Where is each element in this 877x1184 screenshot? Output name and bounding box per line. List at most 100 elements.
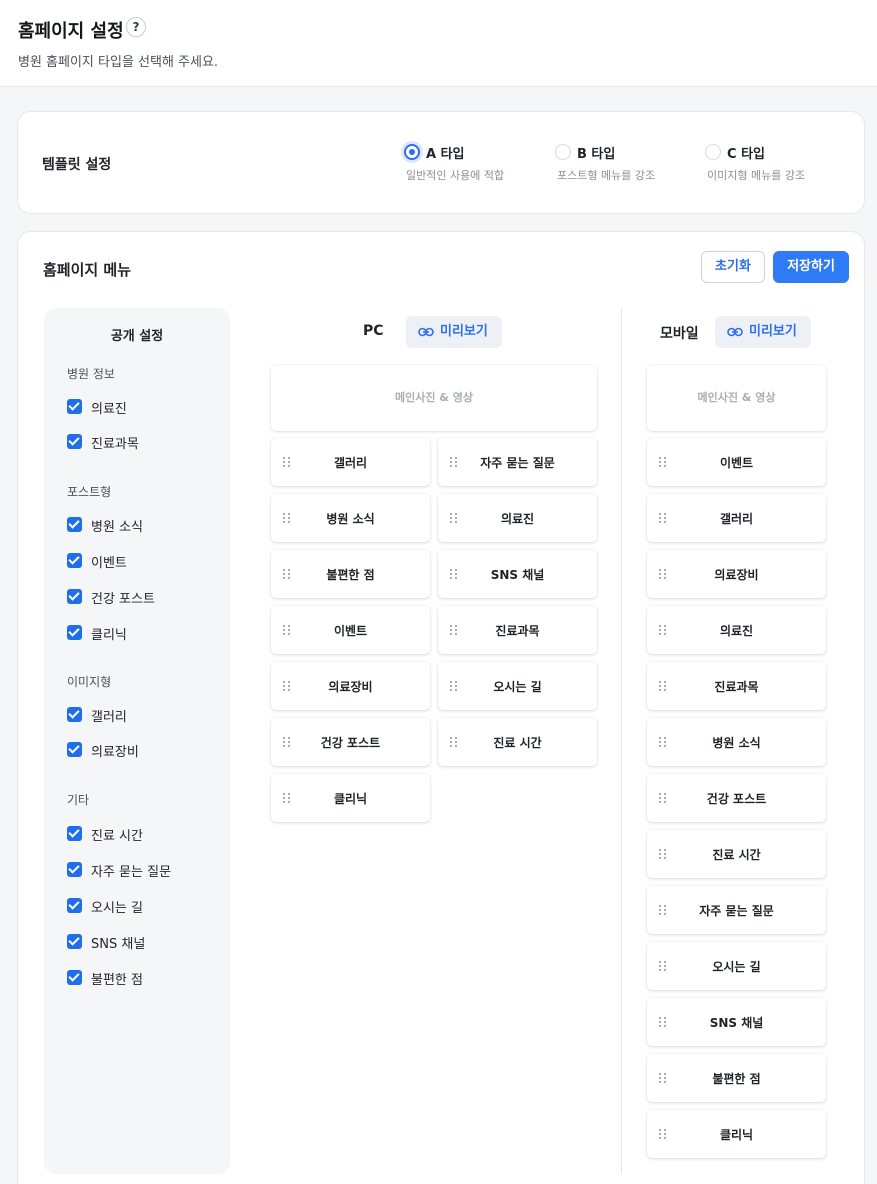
save-button[interactable]: 저장하기	[773, 251, 849, 283]
radio-selected-icon[interactable]	[404, 144, 420, 160]
mobile-menu-tile[interactable]: 의료진	[647, 606, 826, 654]
tile-label: 진료 시간	[712, 848, 761, 862]
tile-label: 오시는 길	[712, 960, 761, 974]
preview-label: 미리보기	[440, 324, 488, 339]
mobile-preview-button[interactable]: 미리보기	[715, 316, 811, 348]
homepage-menu-card: 홈페이지 메뉴 초기화 저장하기 공개 설정 병원 정보 의료진 진료과목 포스…	[17, 231, 865, 1184]
checkbox-label: 갤러리	[91, 710, 127, 725]
checkbox-checked-icon[interactable]	[67, 826, 82, 841]
checkbox-checked-icon[interactable]	[67, 589, 82, 604]
pc-menu-tile[interactable]: 진료과목	[438, 606, 597, 654]
public-settings-title: 공개 설정	[110, 329, 164, 344]
checkbox-label: 건강 포스트	[91, 592, 155, 607]
pc-menu-tile[interactable]: 갤러리	[271, 438, 430, 486]
mobile-main-banner: 메인사진 & 영상	[647, 365, 826, 431]
page-header: 홈페이지 설정 ? 병원 홈페이지 타입을 선택해 주세요.	[0, 0, 877, 87]
checkbox-checked-icon[interactable]	[67, 625, 82, 640]
tile-label: 진료과목	[495, 624, 540, 638]
column-divider	[621, 308, 622, 1174]
tile-label: SNS 채널	[709, 1016, 764, 1030]
tile-label: 이벤트	[719, 456, 754, 470]
radio-empty-icon[interactable]	[555, 144, 571, 160]
help-icon[interactable]: ?	[126, 17, 146, 37]
tile-label: 갤러리	[333, 456, 368, 470]
pc-menu-tile[interactable]: 자주 묻는 질문	[438, 438, 597, 486]
tile-label: 병원 소식	[326, 512, 375, 526]
mobile-title: 모바일	[660, 326, 699, 342]
mobile-menu-tile[interactable]: 건강 포스트	[647, 774, 826, 822]
checkbox-checked-icon[interactable]	[67, 707, 82, 722]
pc-title: PC	[363, 323, 384, 339]
pc-menu-tile[interactable]: 클리닉	[271, 774, 430, 822]
mobile-menu-tile[interactable]: 병원 소식	[647, 718, 826, 766]
template-option-desc: 포스트형 메뉴를 강조	[557, 169, 656, 182]
radio-empty-icon[interactable]	[705, 144, 721, 160]
pc-menu-tile[interactable]: 불편한 점	[271, 550, 430, 598]
tile-label: SNS 채널	[490, 568, 545, 582]
mobile-menu-tile[interactable]: 진료과목	[647, 662, 826, 710]
preview-label: 미리보기	[749, 324, 797, 339]
tile-label: 불편한 점	[326, 568, 375, 582]
checkbox-checked-icon[interactable]	[67, 517, 82, 532]
pc-menu-tile[interactable]: 오시는 길	[438, 662, 597, 710]
template-settings-card: 템플릿 설정 A 타입 일반적인 사용에 적합 B 타입 포스트형 메뉴를 강조…	[17, 111, 865, 214]
checkbox-label: 진료과목	[91, 437, 139, 452]
mobile-menu-tile[interactable]: 클리닉	[647, 1110, 826, 1158]
checkbox-checked-icon[interactable]	[67, 399, 82, 414]
pc-preview-button[interactable]: 미리보기	[406, 316, 502, 348]
mobile-menu-tile[interactable]: 의료장비	[647, 550, 826, 598]
tile-label: 클리닉	[333, 792, 368, 806]
tile-label: 진료 시간	[493, 736, 542, 750]
tile-label: 이벤트	[333, 624, 368, 638]
mobile-menu-tile[interactable]: SNS 채널	[647, 998, 826, 1046]
pc-menu-tile[interactable]: 의료진	[438, 494, 597, 542]
tile-label: 오시는 길	[493, 680, 542, 694]
pc-menu-tile[interactable]: 이벤트	[271, 606, 430, 654]
checkbox-checked-icon[interactable]	[67, 434, 82, 449]
tile-label: 불편한 점	[712, 1072, 761, 1086]
tile-label: 클리닉	[719, 1128, 754, 1142]
mobile-menu-tile[interactable]: 이벤트	[647, 438, 826, 486]
pc-menu-tile[interactable]: 의료장비	[271, 662, 430, 710]
group-title-post: 포스트형	[67, 485, 112, 499]
tile-label: 의료장비	[714, 568, 759, 582]
template-option-name: A 타입	[426, 147, 465, 162]
pc-main-banner: 메인사진 & 영상	[271, 365, 597, 431]
tile-label: 자주 묻는 질문	[480, 456, 555, 470]
template-settings-label: 템플릿 설정	[42, 157, 112, 173]
mobile-menu-tile[interactable]: 갤러리	[647, 494, 826, 542]
pc-column-header: PC 미리보기	[363, 316, 523, 348]
checkbox-checked-icon[interactable]	[67, 862, 82, 877]
template-option-desc: 일반적인 사용에 적합	[406, 169, 505, 182]
template-option-name: C 타입	[727, 147, 765, 162]
checkbox-checked-icon[interactable]	[67, 970, 82, 985]
pc-menu-tile[interactable]: 진료 시간	[438, 718, 597, 766]
reset-button[interactable]: 초기화	[701, 251, 765, 283]
checkbox-checked-icon[interactable]	[67, 553, 82, 568]
group-title-etc: 기타	[67, 793, 90, 807]
tile-label: 갤러리	[719, 512, 754, 526]
tile-label: 의료장비	[328, 680, 373, 694]
pc-menu-tile[interactable]: SNS 채널	[438, 550, 597, 598]
pc-menu-tile[interactable]: 병원 소식	[271, 494, 430, 542]
tile-label: 진료과목	[714, 680, 759, 694]
mobile-menu-tile[interactable]: 불편한 점	[647, 1054, 826, 1102]
checkbox-checked-icon[interactable]	[67, 742, 82, 757]
mobile-menu-tile[interactable]: 자주 묻는 질문	[647, 886, 826, 934]
mobile-menu-tile[interactable]: 진료 시간	[647, 830, 826, 878]
checkbox-checked-icon[interactable]	[67, 934, 82, 949]
checkbox-label: 이벤트	[91, 556, 127, 571]
pc-menu-tile[interactable]: 건강 포스트	[271, 718, 430, 766]
tile-label: 건강 포스트	[320, 736, 381, 750]
mobile-menu-tile[interactable]: 오시는 길	[647, 942, 826, 990]
group-title-hospital-info: 병원 정보	[67, 367, 115, 381]
checkbox-label: 불편한 점	[91, 973, 143, 988]
tile-label: 병원 소식	[712, 736, 761, 750]
checkbox-label: 의료진	[91, 402, 127, 417]
template-option-name: B 타입	[577, 147, 616, 162]
tile-label: 자주 묻는 질문	[699, 904, 774, 918]
tile-label: 건강 포스트	[706, 792, 767, 806]
page-subtitle: 병원 홈페이지 타입을 선택해 주세요.	[18, 55, 219, 70]
checkbox-label: 자주 묻는 질문	[91, 865, 172, 880]
checkbox-checked-icon[interactable]	[67, 898, 82, 913]
